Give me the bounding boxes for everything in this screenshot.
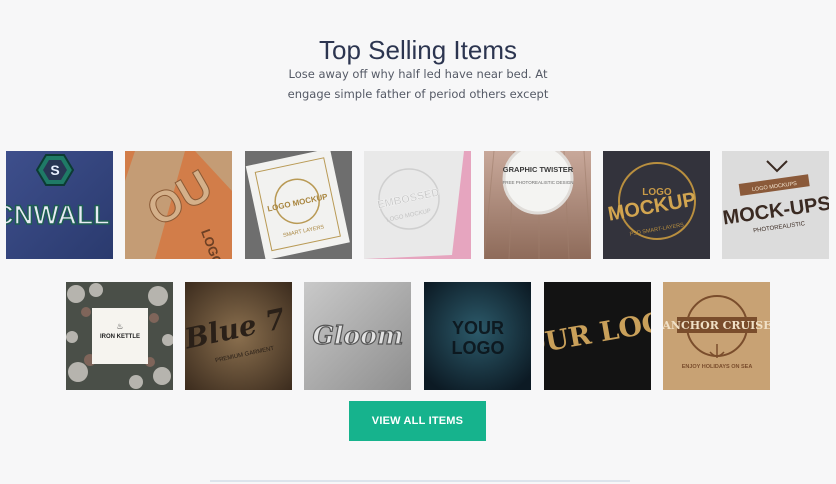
anchor-cruise-sub: ENJOY HOLIDAYS ON SEA [682,364,753,370]
anchor-cruise-label: ANCHOR CRUISE [663,319,770,332]
graphic-twister-sub: FREE PHOTOREALISTIC DESIGN [503,180,574,185]
item-your-logo-thumbnail[interactable]: YOUR LOGO [424,282,531,390]
item-embossed-paper-image: EMBOSSED LOGO MOCKUP [364,151,471,259]
item-your-logo-image: YOUR LOGO [424,282,531,390]
item-graphic-twister-image: GRAPHIC TWISTER FREE PHOTOREALISTIC DESI… [484,151,591,259]
item-blue-leather-image: Blue 7 PREMIUM GARMENT [185,282,292,390]
item-sbbs-image: YOUR LOGO [544,282,651,390]
view-all-items-button[interactable]: VIEW ALL ITEMS [349,401,486,441]
svg-text:LOGO: LOGO [452,338,505,358]
item-sbbs-thumbnail[interactable]: YOUR LOGO [544,282,651,390]
item-orange-logo-thumbnail[interactable]: OU LOGO [125,151,232,259]
item-iron-kettle-thumbnail[interactable]: IRON KETTLE ♨ [66,282,173,390]
graphic-twister-label: GRAPHIC TWISTER [503,165,574,174]
item-gloom-metal-thumbnail[interactable]: Gloom [304,282,411,390]
item-orange-logo-image: OU LOGO [125,151,232,259]
item-anchor-cruise-thumbnail[interactable]: ANCHOR CRUISE ENJOY HOLIDAYS ON SEA [663,282,770,390]
item-gold-logo-mockup-image: LOGO MOCKUP SMART LAYERS [245,151,352,259]
iron-kettle-label: IRON KETTLE [100,334,140,340]
item-iron-kettle-image: IRON KETTLE ♨ [66,282,173,390]
item-anchor-cruise-image: ANCHOR CRUISE ENJOY HOLIDAYS ON SEA [663,282,770,390]
section-title: Top Selling Items [319,35,517,66]
item-gloom-metal-image: Gloom [304,282,411,390]
item-graphic-twister-thumbnail[interactable]: GRAPHIC TWISTER FREE PHOTOREALISTIC DESI… [484,151,591,259]
item-blue-leather-thumbnail[interactable]: Blue 7 PREMIUM GARMENT [185,282,292,390]
gloom-label: Gloom [313,321,404,350]
cnwall-mark: S [50,162,59,178]
section-subtitle: Lose away off why half led have near bed… [287,67,549,101]
item-mock-ups-thumbnail[interactable]: LOGO MOCKUPS MOCK-UPS PHOTOREALISTIC [722,151,829,259]
item-gold-mockup-image: LOGO MOCKUP PSD SMART-LAYERS [603,151,710,259]
footer-divider [210,480,630,482]
item-mock-ups-image: LOGO MOCKUPS MOCK-UPS PHOTOREALISTIC [722,151,829,259]
item-cnwall-thumbnail[interactable]: S CNWALL [6,151,113,259]
item-gold-mockup-thumbnail[interactable]: LOGO MOCKUP PSD SMART-LAYERS [603,151,710,259]
svg-text:♨: ♨ [116,322,123,331]
item-cnwall-image: S CNWALL [6,151,113,259]
cnwall-label: CNWALL [6,200,110,230]
svg-text:YOUR: YOUR [452,318,504,338]
item-gold-logo-mockup-thumbnail[interactable]: LOGO MOCKUP SMART LAYERS [245,151,352,259]
item-embossed-paper-thumbnail[interactable]: EMBOSSED LOGO MOCKUP [364,151,471,259]
